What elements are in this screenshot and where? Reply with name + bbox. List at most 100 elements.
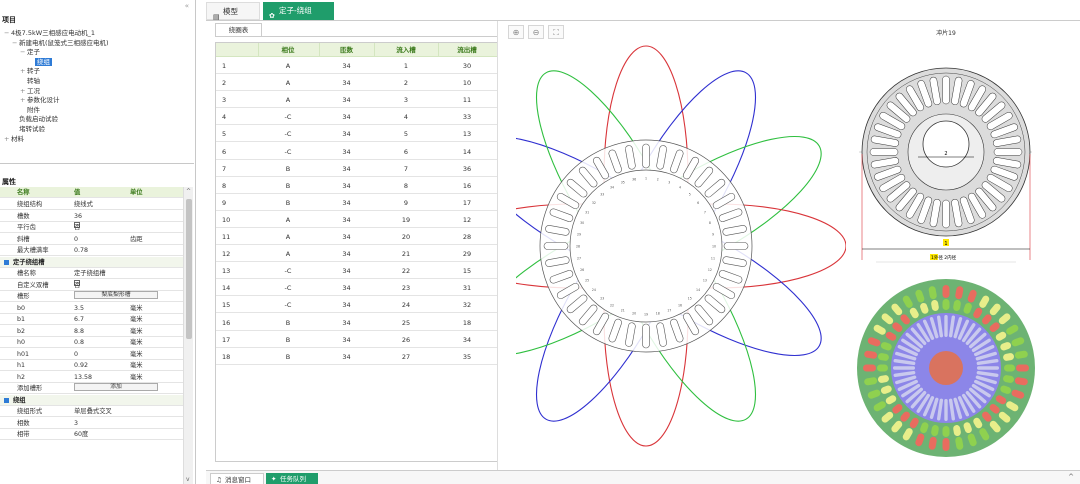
column-header[interactable]: 相位 [258, 43, 318, 57]
expand-icon[interactable]: + [20, 96, 27, 105]
tree-node[interactable]: + 材料 [4, 135, 24, 144]
stator-inner-circle [569, 169, 723, 323]
property-value[interactable]: 3 [74, 418, 78, 429]
zoom-out-icon[interactable]: ⊖ [528, 25, 544, 39]
table-cell: 34 [342, 96, 351, 105]
property-value[interactable]: 0.92 [74, 360, 88, 371]
column-header[interactable]: 流入槽 [374, 43, 438, 57]
table-cell: -C [284, 130, 292, 139]
expand-panel-icon[interactable]: ^ [1068, 473, 1074, 481]
properties-title: 属性 [2, 178, 16, 186]
table-row[interactable]: 4 -C 34 4 33 [216, 109, 497, 126]
slot-number: 12 [708, 268, 712, 272]
collapse-node-icon[interactable]: − [12, 39, 19, 48]
table-row[interactable]: 18 B 34 27 35 [216, 349, 497, 365]
expand-icon[interactable]: + [4, 135, 11, 144]
expand-icon[interactable]: + [20, 87, 27, 96]
property-button[interactable]: 添加 [74, 383, 158, 391]
table-row[interactable]: 17 B 34 26 34 [216, 332, 497, 348]
table-row[interactable]: 10 A 34 19 12 [216, 212, 497, 228]
tab-stator-winding[interactable]: ✿ 定子-绕组 [263, 2, 334, 20]
tree-node[interactable]: 绕组 [28, 57, 52, 67]
group-collapse-icon[interactable] [4, 259, 9, 265]
table-row[interactable]: 6 -C 34 6 14 [216, 144, 497, 160]
tree-node[interactable]: + 工况 [20, 87, 40, 96]
tree-node[interactable]: + 参数化设计 [20, 96, 60, 105]
zoom-in-icon[interactable]: ⊕ [508, 25, 524, 39]
group-collapse-icon[interactable] [4, 397, 9, 403]
tree-node[interactable]: 负载启动试验 [12, 115, 58, 124]
column-header[interactable]: 匝数 [319, 43, 374, 57]
checkbox-label: 否 [74, 281, 81, 289]
table-cell: -C [284, 267, 292, 276]
tree-node[interactable]: − 定子 [20, 48, 40, 57]
table-row[interactable]: 8 B 34 8 16 [216, 178, 497, 194]
property-row: 相带 60度 [0, 429, 183, 440]
tree-node[interactable]: 堵转试验 [12, 125, 45, 134]
property-value[interactable]: 13.58 [74, 372, 92, 383]
property-group[interactable]: 定子绕组槽 [0, 256, 183, 268]
tab-coil-table[interactable]: 绕圈表 [215, 23, 262, 36]
collapse-icon[interactable]: « [185, 2, 189, 10]
property-value[interactable]: 0.8 [74, 337, 84, 348]
table-cell: B [285, 198, 291, 207]
property-value[interactable]: 60度 [74, 429, 88, 440]
table-row[interactable]: 16 B 34 25 18 [216, 315, 497, 331]
slot-number: 22 [610, 303, 614, 307]
table-cell: 1 [222, 62, 227, 70]
slot-number: 35 [621, 181, 625, 185]
collapse-node-icon[interactable]: − [20, 48, 27, 57]
punch-slot [942, 75, 950, 105]
table-row[interactable]: 11 A 34 20 28 [216, 229, 497, 245]
tab-message-window[interactable]: ♫ 消息窗口 [210, 473, 264, 484]
property-value[interactable]: 6.7 [74, 314, 84, 325]
table-row[interactable]: 7 B 34 7 36 [216, 161, 497, 177]
tree-node[interactable]: − 新建电机(鼠笼式三相感应电机) [12, 39, 109, 48]
scrollbar-thumb[interactable] [186, 199, 192, 339]
table-row[interactable]: 3 A 34 3 11 [216, 92, 497, 109]
property-value[interactable]: 单层叠式交叉 [74, 406, 112, 417]
property-value[interactable]: 0 [74, 349, 78, 360]
table-row[interactable]: 1 A 34 1 30 [216, 58, 497, 74]
column-header[interactable]: 流出槽 [438, 43, 496, 57]
property-value[interactable]: 3.5 [74, 303, 84, 314]
table-row[interactable]: 14 -C 34 23 31 [216, 280, 497, 297]
table-row[interactable]: 2 A 34 2 10 [216, 75, 497, 92]
punch-slot [993, 148, 1023, 156]
winding-diagram[interactable]: 1 234567891011121314151617181920212223242… [516, 41, 846, 461]
expand-icon[interactable]: + [20, 67, 27, 76]
property-value[interactable]: 绕线式 [74, 199, 93, 210]
property-value[interactable]: 0.78 [74, 245, 88, 256]
property-group[interactable]: 绕组 [0, 394, 183, 406]
property-value[interactable]: 0 [74, 234, 78, 245]
table-cell: 29 [462, 250, 472, 259]
tree-node[interactable]: 附件 [20, 106, 40, 115]
table-row[interactable]: 5 -C 34 5 13 [216, 126, 497, 143]
tree-node[interactable]: −4极7.5kW三相感应电动机_1 [4, 29, 95, 38]
tab-model[interactable]: ▤ 模型 [206, 2, 260, 21]
table-cell: B [285, 164, 291, 173]
property-value[interactable]: 8.8 [74, 326, 84, 337]
collapse-node-icon[interactable]: − [4, 29, 11, 38]
table-cell: 34 [342, 267, 351, 276]
property-value[interactable]: 36 [74, 211, 82, 222]
table-row[interactable]: 15 -C 34 24 32 [216, 297, 497, 314]
scroll-up-icon[interactable]: ^ [186, 188, 191, 195]
punch-sheet-drawing[interactable]: 冲片19 2 1 1外径 2内径 [851, 27, 1041, 267]
motor-cross-section[interactable] [851, 270, 1041, 470]
table-row[interactable]: 12 A 34 21 29 [216, 246, 497, 263]
table-row[interactable]: 9 B 34 9 17 [216, 195, 497, 211]
properties-scrollbar[interactable]: ^ v [183, 187, 193, 484]
property-button[interactable]: 梨底梨形槽 [74, 291, 158, 299]
header-unit: 单位 [130, 189, 143, 196]
table-row[interactable]: 13 -C 34 22 15 [216, 263, 497, 280]
property-name: 槽形 [17, 293, 30, 300]
table-cell: 34 [342, 215, 351, 224]
scroll-down-icon[interactable]: v [186, 476, 190, 483]
fit-view-icon[interactable]: ⛶ [548, 25, 564, 39]
tab-task-queue[interactable]: ✦ 任务队列 [266, 473, 318, 484]
table-cell: 1 [403, 62, 409, 70]
tree-node[interactable]: + 转子 [20, 67, 40, 76]
property-value[interactable]: 定子绕组槽 [74, 268, 105, 279]
tree-node[interactable]: 转轴 [20, 77, 40, 86]
